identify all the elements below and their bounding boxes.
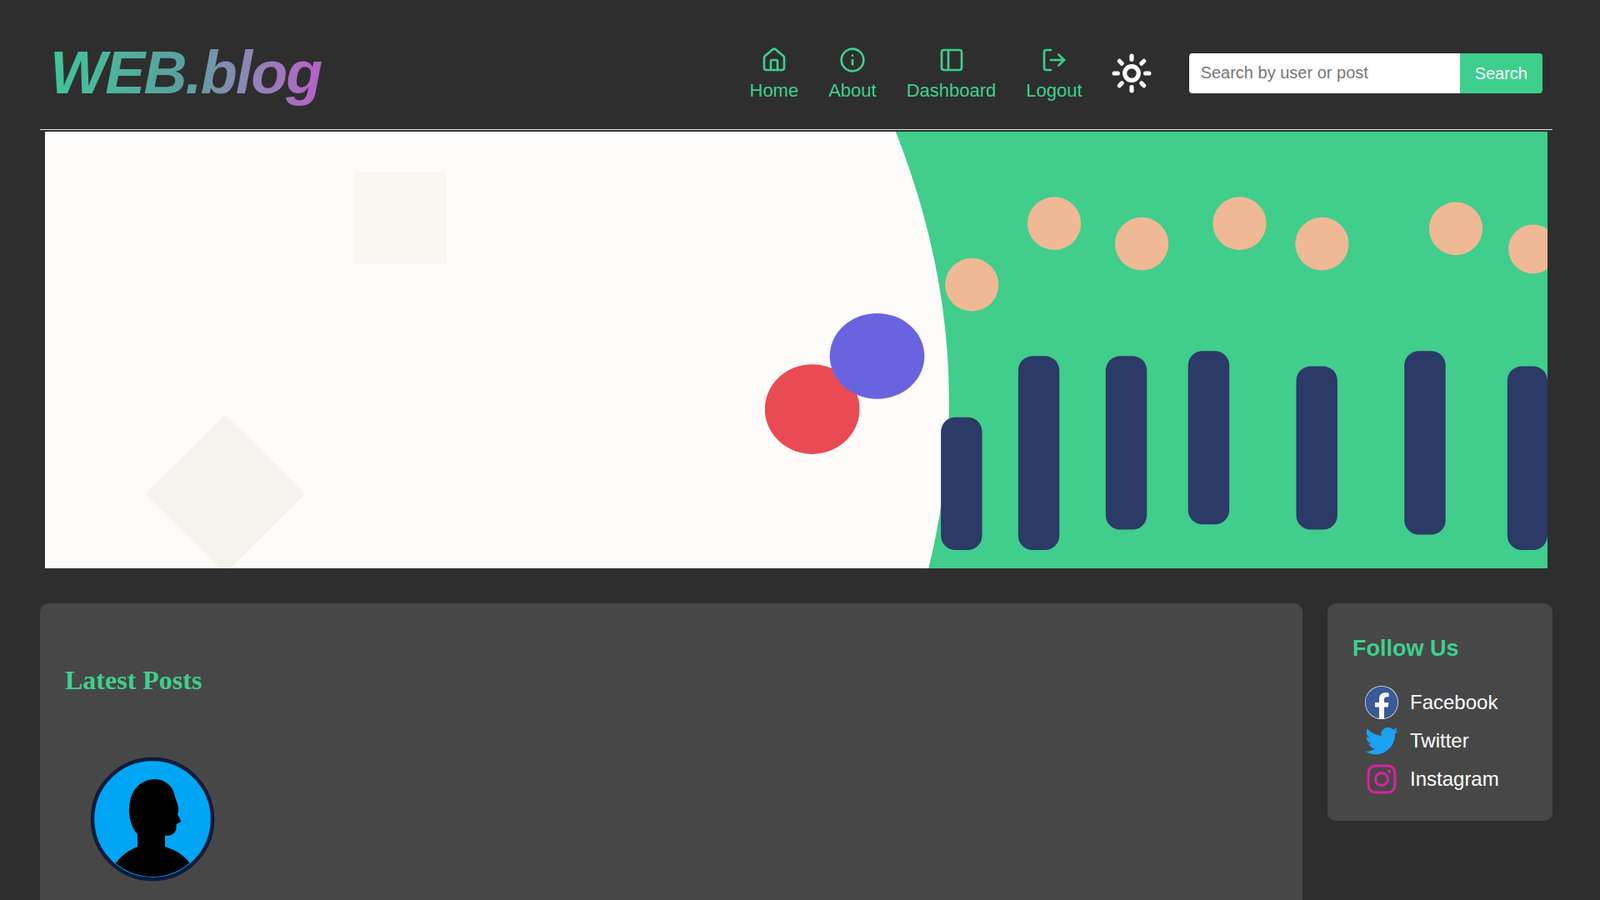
page: WEB.blog Home About Dashboard Logout Search La…	[0, 0, 1600, 900]
twitter-icon	[1365, 724, 1399, 758]
nav-item[interactable]: Dashboard	[906, 46, 997, 100]
latest-posts-title: Latest Posts	[65, 660, 1278, 700]
nav-item[interactable]: Home	[750, 46, 800, 100]
logo[interactable]: WEB.blog	[50, 40, 322, 106]
banner-illustration-icon	[45, 131, 1548, 569]
dashboard-icon	[938, 46, 965, 74]
main-nav: Home About Dashboard Logout	[750, 46, 1083, 100]
search-input[interactable]	[1189, 53, 1460, 94]
info-icon	[839, 46, 866, 74]
search-bar: Search	[1189, 53, 1543, 94]
nav-item[interactable]: About	[828, 46, 877, 100]
theme-toggle[interactable]	[1110, 52, 1153, 95]
follow-us-panel: Follow Us Facebook Twitter Instagram	[1327, 603, 1553, 821]
search-button[interactable]: Search	[1460, 53, 1543, 94]
facebook-icon	[1365, 685, 1399, 720]
instagram-icon	[1365, 762, 1399, 796]
logout-icon	[1040, 46, 1068, 74]
nav-item[interactable]: Logout	[1025, 46, 1082, 100]
post-card[interactable]	[90, 756, 1278, 882]
avatar-icon	[90, 756, 215, 882]
social-link[interactable]: Instagram	[1365, 762, 1528, 796]
header: WEB.blog Home About Dashboard Logout Search	[40, 0, 1553, 130]
social-link[interactable]: Twitter	[1365, 724, 1528, 758]
social-link[interactable]: Facebook	[1365, 685, 1528, 720]
follow-us-title: Follow Us	[1352, 631, 1528, 666]
banner	[45, 131, 1548, 569]
sun-icon	[1110, 52, 1153, 95]
latest-posts-panel: Latest Posts	[40, 603, 1303, 900]
home-icon	[760, 46, 788, 74]
